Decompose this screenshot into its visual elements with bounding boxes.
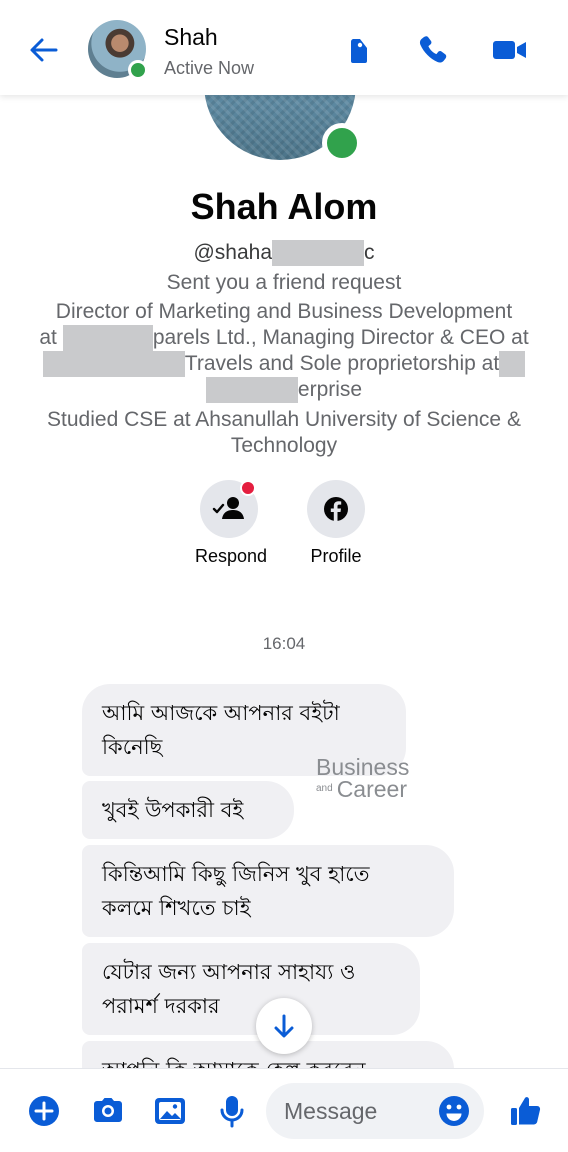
camera-icon[interactable] <box>88 1091 128 1131</box>
back-arrow-icon[interactable] <box>24 30 64 70</box>
active-status: Active Now <box>164 58 255 78</box>
watermark-and: and <box>316 783 333 794</box>
message-text: কিন্তিআমি কিছু জিনিস খুব হাতে <box>102 862 370 886</box>
message-text: যেটার জন্য আপনার সাহায্য ও <box>102 960 356 984</box>
education-line-2: Technology <box>230 434 338 457</box>
watermark-logo: Business and Career <box>316 756 426 804</box>
message-text: কলমে শিখতে চাই <box>102 896 251 920</box>
work-line-3-suffix: Travels and Sole proprietorship at <box>184 352 500 375</box>
work-line-2: at parels Ltd., Managing Director & CEO a… <box>0 325 568 352</box>
presence-indicator <box>128 60 148 80</box>
work-line-3: Travels and Sole proprietorship at <box>0 351 568 378</box>
thumbs-up-icon[interactable] <box>506 1091 546 1131</box>
facebook-icon <box>324 497 348 521</box>
work-line-4-suffix: erprise <box>297 378 363 401</box>
profile-name: Shah Alom <box>190 186 378 227</box>
work-line-2-prefix: at <box>39 326 57 349</box>
profile-label[interactable]: Profile <box>276 546 396 567</box>
work-line-4: erprise <box>0 377 568 404</box>
microphone-icon[interactable] <box>212 1091 252 1131</box>
respond-label[interactable]: Respond <box>171 546 291 567</box>
redaction-block <box>272 240 365 267</box>
work-line-2-suffix: parels Ltd., Managing Director & CEO at <box>152 326 529 349</box>
message-bubble[interactable]: খুবই উপকারী বই <box>82 781 294 839</box>
plus-icon[interactable] <box>24 1091 64 1131</box>
video-camera-icon[interactable] <box>490 30 530 70</box>
redaction-block <box>499 351 526 378</box>
message-text: খুবই উপকারী বই <box>102 798 244 822</box>
messenger-chat-screen: Shah Alom @shaha c Sent you a friend requ… <box>0 0 568 1152</box>
profile-username: @shaha c <box>0 240 568 267</box>
notification-dot <box>240 480 256 496</box>
chat-header: Shah Active Now <box>0 0 568 95</box>
phone-icon[interactable] <box>414 30 454 70</box>
profile-button[interactable] <box>307 480 365 538</box>
redaction-block <box>42 351 185 378</box>
emoji-icon[interactable] <box>434 1091 474 1131</box>
username-prefix: @shaha <box>193 241 273 264</box>
redaction-block <box>205 377 298 404</box>
work-line-1: Director of Marketing and Business Devel… <box>55 300 513 323</box>
redaction-block <box>62 325 153 352</box>
arrow-down-icon <box>274 1014 294 1038</box>
message-timestamp: 16:04 <box>262 634 306 653</box>
message-composer <box>0 1068 568 1152</box>
contact-name[interactable]: Shah <box>164 24 218 51</box>
education-line-1: Studied CSE at Ahsanullah University of … <box>47 408 521 431</box>
tag-icon[interactable] <box>340 30 380 70</box>
message-text: আমি আজকে আপনার বইটা <box>102 701 340 725</box>
friend-request-text: Sent you a friend request <box>166 271 402 294</box>
watermark-line-1: Business <box>316 754 410 780</box>
message-text: পরামর্শ দরকার <box>102 994 220 1018</box>
profile-presence-indicator <box>322 123 362 163</box>
message-bubble[interactable]: যেটার জন্য আপনার সাহায্য ও পরামর্শ দরকার <box>82 943 420 1035</box>
message-bubble[interactable]: কিন্তিআমি কিছু জিনিস খুব হাতে কলমে শিখতে… <box>82 845 454 937</box>
scroll-to-bottom-button[interactable] <box>256 998 312 1054</box>
watermark-line-2: Career <box>336 776 407 802</box>
image-icon[interactable] <box>150 1091 190 1131</box>
username-suffix: c <box>364 241 375 264</box>
